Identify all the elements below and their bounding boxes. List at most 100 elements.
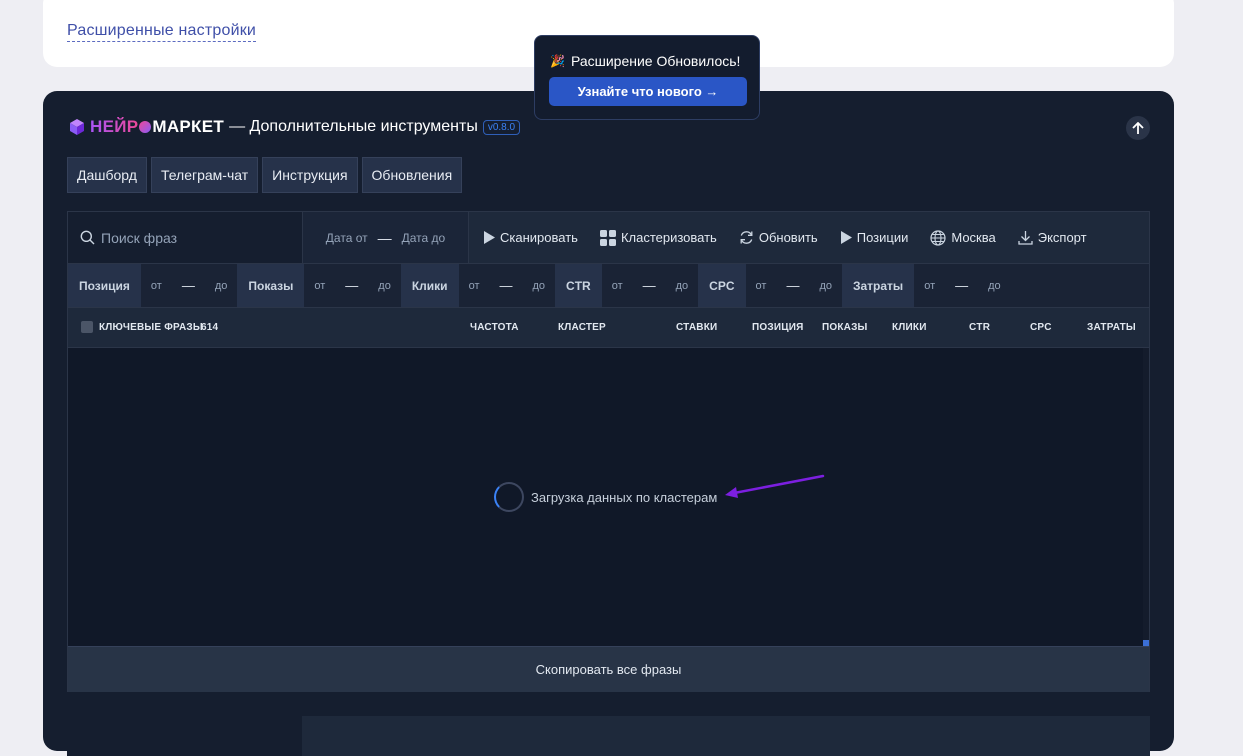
cluster-label: Кластеризовать — [620, 230, 717, 245]
col-keywords[interactable]: КЛЮЧЕВЫЕ ФРАЗЫ — [99, 322, 203, 333]
scrollbar-thumb[interactable] — [1143, 640, 1149, 646]
next-section-search — [67, 716, 302, 756]
advanced-settings-link[interactable]: Расширенные настройки — [67, 22, 257, 42]
tools-panel: НЕЙР МАРКЕТ — Дополнительные инструменты … — [43, 91, 1174, 756]
filter-label: Затраты — [841, 264, 915, 307]
col-bids[interactable]: СТАВКИ — [676, 322, 717, 333]
next-section-strip — [67, 716, 1150, 756]
filter-cpc: CPC от — до — [698, 264, 842, 307]
filter-dash: — — [955, 278, 969, 293]
keywords-table: Дата от — Дата до Сканировать Кластеризо… — [67, 211, 1150, 692]
col-clicks[interactable]: КЛИКИ — [892, 322, 927, 333]
download-icon — [1018, 231, 1033, 245]
panel-header: НЕЙР МАРКЕТ — Дополнительные инструменты … — [68, 116, 521, 138]
toolbar-actions: Сканировать Кластеризовать Обновить Пози… — [469, 212, 1087, 263]
copy-all-button[interactable]: Скопировать все фразы — [68, 646, 1149, 692]
version-badge: v0.8.0 — [482, 119, 521, 135]
table-body: Загрузка данных по кластерам — [68, 348, 1149, 646]
filter-from-input[interactable]: от — [314, 280, 325, 292]
cluster-button[interactable]: Кластеризовать — [599, 229, 717, 246]
filter-dash: — — [786, 278, 800, 293]
refresh-label: Обновить — [758, 230, 818, 245]
filter-from-input[interactable]: от — [469, 280, 480, 292]
export-button[interactable]: Экспорт — [1018, 230, 1087, 245]
grid-icon — [599, 229, 616, 246]
filter-to-input[interactable]: до — [676, 280, 689, 292]
annotation-arrow-icon — [725, 474, 825, 498]
filter-dash: — — [499, 278, 513, 293]
filter-to-input[interactable]: до — [532, 280, 545, 292]
logo-text: НЕЙР МАРКЕТ — [90, 117, 225, 136]
filter-clicks: Клики от — до — [400, 264, 555, 307]
date-dash: — — [377, 229, 392, 246]
search-icon — [80, 230, 95, 245]
filters-row: Позиция от — до Показы от — до Клики от — до C… — [68, 264, 1149, 308]
scrollbar[interactable] — [1143, 348, 1149, 646]
party-popper-icon: 🎉 — [550, 54, 565, 68]
col-ctr[interactable]: CTR — [969, 322, 990, 333]
col-frequency[interactable]: ЧАСТОТА — [470, 322, 519, 333]
filter-from-input[interactable]: от — [756, 280, 767, 292]
toast-title: 🎉 Расширение Обновилось! — [550, 53, 740, 69]
logo-o-icon — [139, 121, 152, 133]
refresh-button[interactable]: Обновить — [739, 230, 818, 245]
scan-label: Сканировать — [500, 230, 578, 245]
filter-to-input[interactable]: до — [378, 280, 391, 292]
filter-dash: — — [345, 278, 359, 293]
loading-text: Загрузка данных по кластерам — [531, 489, 718, 505]
filter-label: CTR — [555, 264, 602, 307]
filter-label: CPC — [698, 264, 746, 307]
select-all-checkbox[interactable] — [81, 321, 93, 333]
scroll-up-button[interactable] — [1126, 116, 1150, 140]
tab-dashboard[interactable]: Дашборд — [67, 157, 147, 193]
loading-indicator: Загрузка данных по кластерам — [494, 482, 717, 512]
region-label: Москва — [951, 230, 996, 245]
spinner-icon — [494, 482, 524, 512]
filter-position: Позиция от — до — [68, 264, 237, 307]
filter-costs: Затраты от — до — [841, 264, 1011, 307]
toolbar: Дата от — Дата до Сканировать Кластеризо… — [68, 212, 1149, 264]
scan-button[interactable]: Сканировать — [483, 230, 578, 245]
filter-to-input[interactable]: до — [215, 280, 228, 292]
filter-dash: — — [642, 278, 656, 293]
col-cluster[interactable]: КЛАСТЕР — [558, 322, 606, 333]
logo-cube-icon — [70, 119, 84, 135]
search-input[interactable] — [101, 229, 291, 246]
filter-to-input[interactable]: до — [819, 280, 832, 292]
filter-from-input[interactable]: от — [151, 280, 162, 292]
play-icon — [840, 231, 852, 244]
positions-label: Позиции — [856, 230, 909, 245]
filter-dash: — — [181, 278, 195, 293]
arrow-up-icon — [1132, 121, 1144, 134]
col-position[interactable]: ПОЗИЦИЯ — [752, 322, 804, 333]
export-label: Экспорт — [1037, 230, 1087, 245]
filter-impressions: Показы от — до — [237, 264, 400, 307]
region-button[interactable]: Москва — [930, 229, 996, 246]
positions-button[interactable]: Позиции — [840, 230, 909, 245]
filter-label: Показы — [237, 264, 305, 307]
date-range: Дата от — Дата до — [303, 212, 469, 263]
date-to-field[interactable]: Дата до — [402, 231, 446, 245]
update-toast: 🎉 Расширение Обновилось! Узнайте что нов… — [534, 35, 760, 120]
col-costs[interactable]: ЗАТРАТЫ — [1087, 322, 1136, 333]
date-from-field[interactable]: Дата от — [326, 231, 368, 245]
tabs-bar: Дашборд Телеграм-чат Инструкция Обновлен… — [67, 157, 463, 193]
tab-telegram-chat[interactable]: Телеграм-чат — [150, 157, 259, 193]
tab-instructions[interactable]: Инструкция — [262, 157, 358, 193]
refresh-icon — [740, 231, 753, 244]
toast-title-text: Расширение Обновилось! — [570, 53, 741, 69]
filter-ctr: CTR от — до — [555, 264, 698, 307]
tab-updates[interactable]: Обновления — [361, 157, 463, 193]
column-header-row: КЛЮЧЕВЫЕ ФРАЗЫ 614 ЧАСТОТА КЛАСТЕР СТАВК… — [68, 308, 1149, 348]
panel-subtitle: — Дополнительные инструменты — [229, 118, 478, 135]
filter-from-input[interactable]: от — [924, 280, 935, 292]
filter-to-input[interactable]: до — [988, 280, 1001, 292]
col-impressions[interactable]: ПОКАЗЫ — [822, 322, 868, 333]
whats-new-button[interactable]: Узнайте что нового → — [549, 77, 747, 106]
col-cpc[interactable]: CPC — [1030, 322, 1052, 333]
play-icon — [484, 231, 495, 244]
filter-label: Клики — [400, 264, 459, 307]
globe-icon — [930, 229, 946, 246]
col-keywords-count: 614 — [201, 322, 219, 333]
filter-from-input[interactable]: от — [612, 280, 623, 292]
